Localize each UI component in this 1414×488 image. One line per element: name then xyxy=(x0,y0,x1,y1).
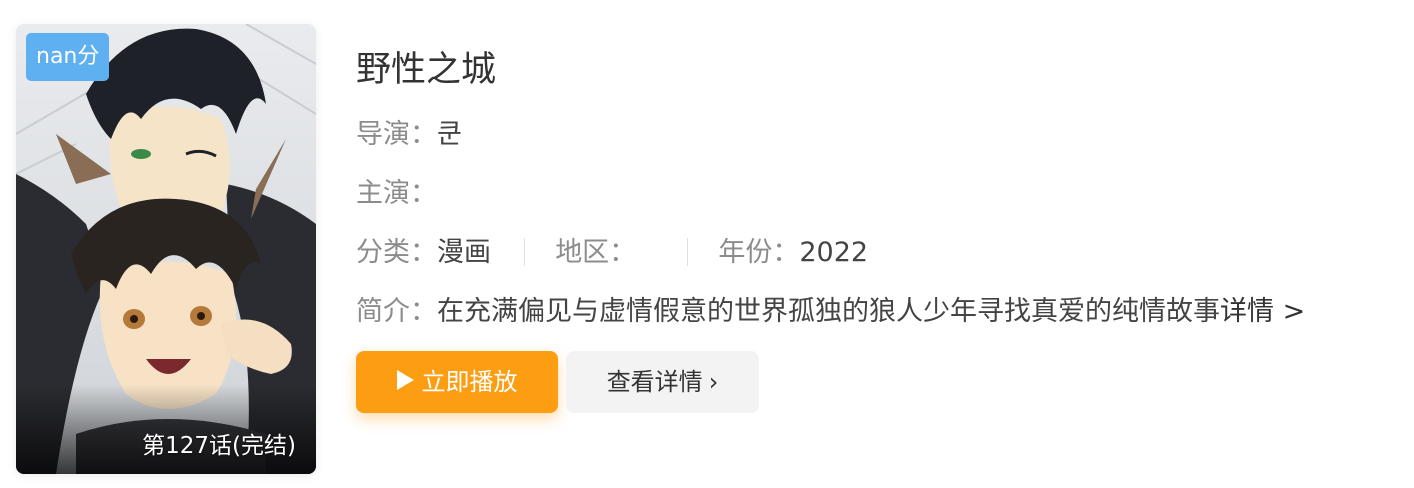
synopsis-row: 简介：在充满偏见与虚情假意的世界孤独的狼人少年寻找真爱的纯情故事详情 > xyxy=(356,295,1396,329)
info-column: 野性之城 导演：쿤 主演： 分类：漫画 地区： 年份：2022 简介：在充满偏见… xyxy=(356,44,1396,329)
divider xyxy=(686,237,688,266)
detail-panel: nan分 第127话(完结) 野性之城 导演：쿤 主演： 分类：漫画 地区： 年… xyxy=(0,0,1414,488)
episode-status-label: 第127话(完结) xyxy=(142,433,296,459)
synopsis-text: 在充满偏见与虚情假意的世界孤独的狼人少年寻找真爱的纯情故事 xyxy=(437,296,1220,327)
score-badge: nan分 xyxy=(26,33,110,81)
chevron-right-icon: › xyxy=(708,368,719,396)
director-value[interactable]: 쿤 xyxy=(437,119,462,150)
cast-row: 主演： xyxy=(356,177,1396,211)
play-now-button[interactable]: 立即播放 xyxy=(356,351,558,413)
poster[interactable]: nan分 第127话(完结) xyxy=(16,24,316,474)
page-title: 野性之城 xyxy=(356,50,497,90)
cast-label: 主演： xyxy=(356,178,437,209)
director-row: 导演：쿤 xyxy=(356,118,1396,152)
region-label: 地区： xyxy=(555,237,637,268)
view-details-button[interactable]: 查看详情 › xyxy=(566,351,759,413)
director-label: 导演： xyxy=(356,119,437,150)
play-now-label: 立即播放 xyxy=(421,368,518,396)
year-value[interactable]: 2022 xyxy=(799,237,868,268)
meta-row: 分类：漫画 地区： 年份：2022 xyxy=(356,236,1396,270)
synopsis-detail-link[interactable]: 详情 > xyxy=(1220,296,1305,327)
synopsis-label: 简介： xyxy=(356,296,437,327)
view-details-label: 查看详情 xyxy=(606,368,703,396)
play-triangle-icon xyxy=(396,370,414,390)
category-value[interactable]: 漫画 xyxy=(437,237,491,268)
year-label: 年份： xyxy=(718,237,800,268)
divider xyxy=(523,237,525,266)
category-label: 分类： xyxy=(356,237,437,268)
